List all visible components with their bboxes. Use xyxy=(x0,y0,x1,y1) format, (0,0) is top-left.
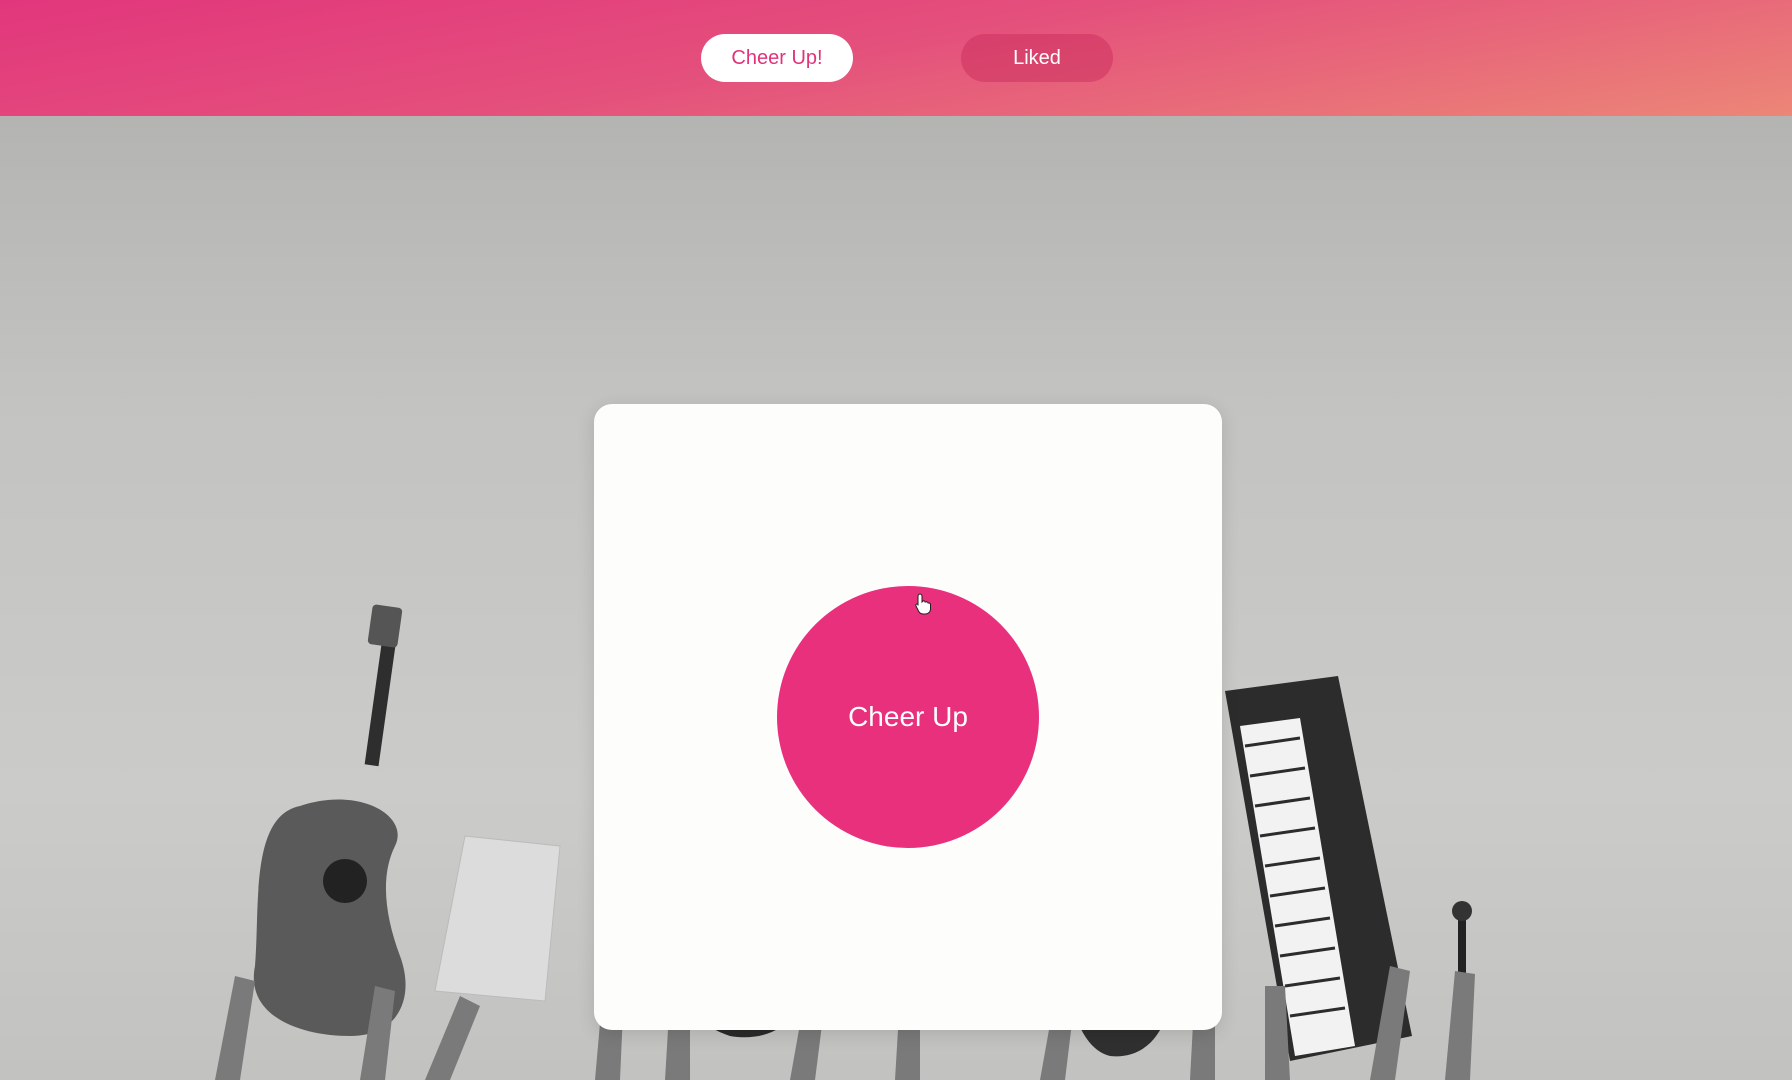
nav-tab-liked[interactable]: Liked xyxy=(961,34,1113,82)
background-photo: Cheer Up xyxy=(0,116,1792,1080)
nav-tab-cheer-up[interactable]: Cheer Up! xyxy=(701,34,853,82)
top-nav-bar: Cheer Up! Liked xyxy=(0,0,1792,116)
cheer-up-card: Cheer Up xyxy=(594,404,1222,1030)
acoustic-guitar-icon xyxy=(253,604,406,1036)
hand-pointer-icon xyxy=(915,593,931,615)
microphone-icon xyxy=(1452,901,1472,976)
laptop-icon xyxy=(434,835,561,1002)
cheer-up-button[interactable]: Cheer Up xyxy=(777,586,1039,848)
